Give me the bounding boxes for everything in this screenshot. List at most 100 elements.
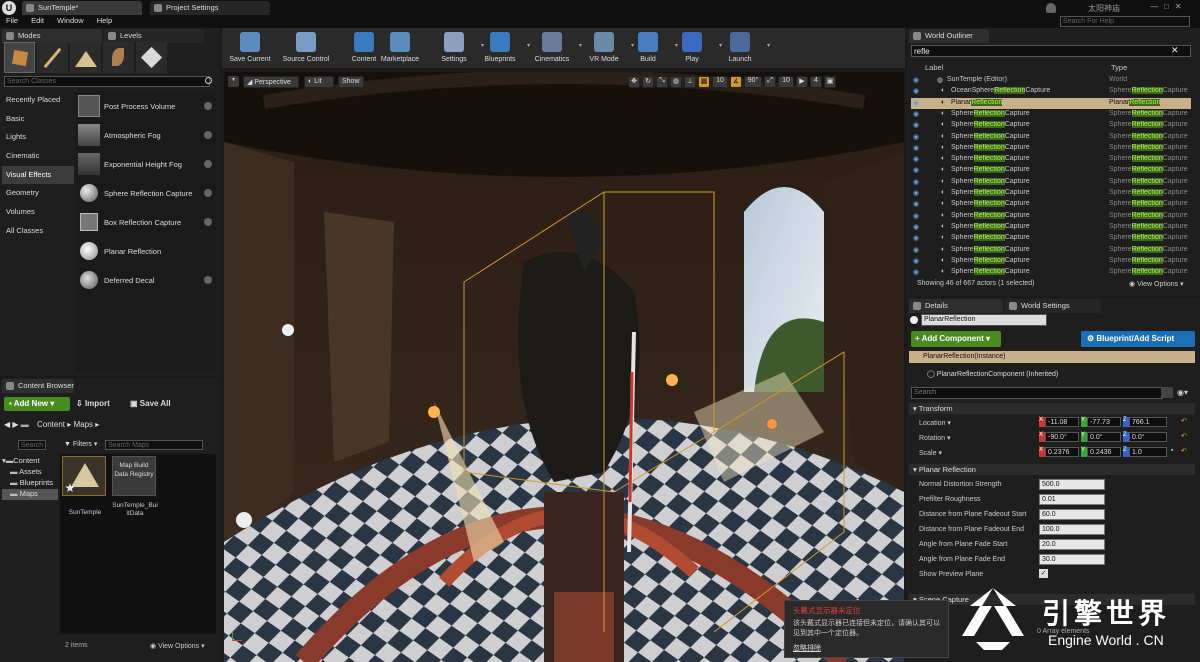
landscape-mode-icon[interactable]: [70, 42, 101, 73]
visibility-eye-icon[interactable]: ◉: [913, 76, 919, 84]
list-item[interactable]: Sphere Reflection Capture: [76, 180, 216, 206]
asset-tile[interactable]: Map Build Data Registry SunTemple_BuiltD…: [112, 456, 158, 520]
category-visual-effects[interactable]: Visual Effects: [2, 165, 74, 185]
grid-snap-value[interactable]: 10: [712, 76, 728, 88]
search-classes-input[interactable]: Search Classes: [4, 76, 210, 87]
add-new-button[interactable]: ▪ Add New ▾: [4, 397, 70, 411]
perspective-button[interactable]: ◢ Perspective: [243, 76, 299, 88]
location-x-field[interactable]: -11.08: [1045, 417, 1079, 427]
category-cinematic[interactable]: Cinematic: [2, 147, 74, 166]
help-search-input[interactable]: Search For Help: [1060, 16, 1190, 27]
tree-item-assets[interactable]: ▬ Assets: [2, 467, 58, 478]
visibility-eye-icon[interactable]: ◉: [913, 268, 919, 276]
outliner-search-input[interactable]: refle: [911, 45, 1191, 57]
build-button[interactable]: Build ▾: [624, 30, 678, 66]
visibility-eye-icon[interactable]: ◉: [913, 257, 919, 265]
details-search-input[interactable]: Search: [911, 387, 1163, 399]
geometry-mode-icon[interactable]: [136, 42, 167, 73]
visibility-eye-icon[interactable]: ◉: [913, 166, 919, 174]
visibility-eye-icon[interactable]: ◉: [913, 178, 919, 186]
visibility-eye-icon[interactable]: ◉: [913, 121, 919, 129]
tree-item-content[interactable]: ▾▬Content: [2, 456, 58, 467]
list-item[interactable]: Post Process Volume: [76, 93, 216, 119]
column-type[interactable]: Type: [1111, 63, 1127, 72]
scale-snap-value[interactable]: 10: [778, 76, 794, 88]
scale-z-field[interactable]: 1.0: [1129, 447, 1167, 457]
menu-help[interactable]: Help: [97, 16, 112, 27]
table-row[interactable]: ◉ ◐ SphereReflectionCapture SphereReflectio…: [911, 165, 1191, 176]
translate-icon[interactable]: ✥: [628, 76, 640, 88]
visibility-eye-icon[interactable]: ◉: [913, 234, 919, 242]
cinematics-button[interactable]: Cinematics ▾: [528, 30, 582, 66]
reset-icon[interactable]: ↶: [1181, 417, 1187, 425]
forward-icon[interactable]: ▶: [12, 420, 20, 429]
lock-icon[interactable]: ▪: [1171, 447, 1173, 454]
location-y-field[interactable]: -77.73: [1087, 417, 1121, 427]
visibility-eye-icon[interactable]: ◉: [913, 110, 919, 118]
rotation-x-field[interactable]: -90.0°: [1045, 432, 1079, 442]
visibility-eye-icon[interactable]: ◉: [913, 189, 919, 197]
tab-levels[interactable]: Levels: [104, 29, 204, 43]
outliner-view-options-button[interactable]: ◉ View Options ▾: [1129, 280, 1184, 288]
notification-bell-icon[interactable]: [1046, 3, 1056, 13]
component-inherited[interactable]: ◯ PlanarReflectionComponent (Inherited): [909, 368, 1195, 380]
camera-speed-icon[interactable]: ▶: [796, 76, 808, 88]
reset-icon[interactable]: ↶: [1181, 447, 1187, 455]
view-options-button[interactable]: ◉ View Options ▾: [150, 642, 205, 650]
scale-label[interactable]: Scale ▾: [919, 449, 942, 457]
table-row[interactable]: ◉ ◐ SphereReflectionCapture SphereReflectio…: [911, 154, 1191, 165]
info-icon[interactable]: [204, 218, 212, 226]
property-value-field[interactable]: 500.0: [1039, 479, 1105, 490]
category-recently-placed[interactable]: Recently Placed: [2, 91, 74, 110]
blueprint-add-script-button[interactable]: ⚙ Blueprint/Add Script: [1081, 331, 1195, 347]
table-row[interactable]: ◉ ◐ SphereReflectionCapture SphereReflectio…: [911, 143, 1191, 154]
clear-search-icon[interactable]: ✕: [1171, 45, 1179, 56]
camera-speed-value[interactable]: 4: [810, 76, 822, 88]
info-icon[interactable]: [204, 189, 212, 197]
property-value-field[interactable]: 20.0: [1039, 539, 1105, 550]
property-value-field[interactable]: 30.0: [1039, 554, 1105, 565]
list-item[interactable]: Box Reflection Capture: [76, 209, 216, 235]
list-item[interactable]: Atmospheric Fog: [76, 122, 216, 148]
menu-window[interactable]: Window: [57, 16, 84, 27]
import-button[interactable]: ⇩ Import: [76, 399, 110, 408]
rotate-icon[interactable]: ↻: [642, 76, 654, 88]
close-icon[interactable]: ✕: [1175, 2, 1182, 11]
visibility-eye-icon[interactable]: ◉: [913, 246, 919, 254]
tree-item-blueprints[interactable]: ▬ Blueprints: [2, 478, 58, 489]
level-viewport[interactable]: ▾ ◢ Perspective ◐ Lit Show ✥ ↻ ⤡ ◍ ⊥ ▦ 1…: [224, 72, 904, 662]
rotation-label[interactable]: Rotation ▾: [919, 434, 951, 442]
visibility-eye-icon[interactable]: ◉: [913, 87, 919, 95]
search-paths-input[interactable]: Search Paths: [18, 440, 46, 450]
list-item[interactable]: Planar Reflection: [76, 238, 216, 264]
place-mode-icon[interactable]: [4, 42, 35, 73]
category-geometry[interactable]: Geometry: [2, 184, 74, 203]
table-row[interactable]: ◉ ◐ SphereReflectionCapture SphereReflectio…: [911, 177, 1191, 188]
rotation-snap-value[interactable]: 90°: [744, 76, 762, 88]
table-row[interactable]: ◉ ◐ OceanSphereReflectionCapture SphereRefl…: [911, 86, 1191, 97]
minimize-icon[interactable]: —: [1150, 2, 1158, 11]
component-instance[interactable]: PlanarReflection(Instance): [909, 351, 1195, 363]
scale-y-field[interactable]: 0.2436: [1087, 447, 1121, 457]
tab-project-settings[interactable]: Project Settings: [150, 1, 270, 15]
table-row[interactable]: ◉ ◐ SphereReflectionCapture SphereReflectio…: [911, 256, 1191, 267]
table-row[interactable]: ◉ ◐ SphereReflectionCapture SphereReflectio…: [911, 245, 1191, 256]
visibility-eye-icon[interactable]: ◉: [913, 200, 919, 208]
visibility-eye-icon[interactable]: ◉: [913, 144, 919, 152]
menu-edit[interactable]: Edit: [31, 16, 44, 27]
add-component-button[interactable]: + Add Component ▾: [911, 331, 1001, 347]
viewport-menu-button[interactable]: ▾: [228, 76, 239, 87]
settings-button[interactable]: Settings ▾: [430, 30, 484, 66]
show-button[interactable]: Show: [338, 76, 364, 88]
tab-world-settings[interactable]: World Settings: [1005, 299, 1101, 313]
maximize-icon[interactable]: □: [1164, 2, 1169, 11]
asset-tile[interactable]: SunTemple: [62, 456, 108, 520]
info-icon[interactable]: [204, 102, 212, 110]
transform-header[interactable]: ▾ Transform: [909, 403, 1195, 414]
column-label[interactable]: Label: [925, 63, 943, 72]
show-preview-plane-checkbox[interactable]: ✓: [1039, 569, 1048, 578]
blueprints-button[interactable]: Blueprints ▾: [476, 30, 530, 66]
property-value-field[interactable]: 100.0: [1039, 524, 1105, 535]
table-row[interactable]: ◉ ◐ SphereReflectionCapture SphereReflectio…: [911, 132, 1191, 143]
visibility-eye-icon[interactable]: ◉: [913, 223, 919, 231]
